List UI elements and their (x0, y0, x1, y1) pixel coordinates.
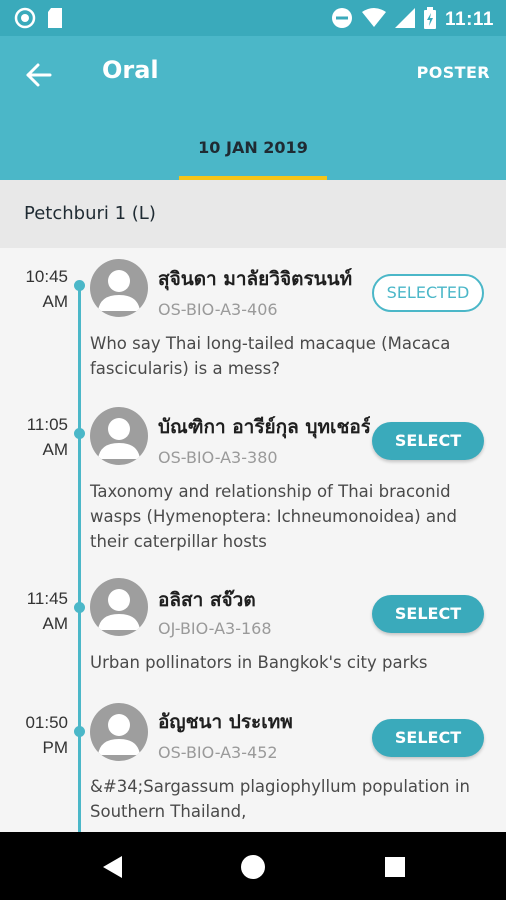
session-time: 11:45 AM (26, 589, 68, 633)
sd-card-icon (46, 7, 64, 33)
room-header: Petchburi 1 (L) (0, 180, 506, 248)
page-title: Oral (102, 56, 159, 84)
tab-date[interactable]: 10 JAN 2019 (0, 138, 506, 157)
avatar (90, 407, 148, 465)
selected-button[interactable]: SELECTED (372, 274, 484, 312)
arrow-back-icon (26, 63, 52, 87)
avatar (90, 259, 148, 317)
circle-notification-icon (14, 7, 36, 33)
speaker-name: อลิสา สจ๊วต (158, 589, 256, 611)
status-time: 11:11 (445, 9, 494, 30)
back-triangle-icon (103, 856, 122, 878)
poster-button[interactable]: POSTER (417, 63, 490, 82)
system-nav-bar (0, 832, 506, 900)
session-code: OJ-BIO-A3-168 (158, 619, 272, 638)
select-button[interactable]: SELECT (372, 719, 484, 757)
avatar (90, 703, 148, 761)
person-icon (98, 714, 140, 755)
battery-charging-icon (424, 7, 436, 33)
avatar (90, 578, 148, 636)
person-icon (98, 589, 140, 630)
date-tab-bar: 10 JAN 2019 (0, 114, 506, 180)
nav-recents-button[interactable] (380, 852, 410, 882)
do-not-disturb-icon (331, 7, 353, 33)
speaker-name: อัญชนา ประเทพ (158, 711, 293, 733)
speaker-name: บัณฑิกา อารีย์กุล บุทเชอร์ (158, 416, 370, 438)
session-abstract: Who say Thai long-tailed macaque (Macaca… (90, 334, 451, 378)
timeline-dot (74, 602, 85, 613)
session-code: OS-BIO-A3-380 (158, 448, 278, 467)
back-button[interactable] (20, 56, 60, 96)
nav-back-button[interactable] (98, 852, 128, 882)
session-time: 10:45 AM (25, 267, 68, 311)
timeline-line (78, 284, 81, 832)
session-time: 01:50 PM (25, 713, 68, 757)
session-code: OS-BIO-A3-406 (158, 300, 278, 319)
person-icon (98, 270, 140, 311)
speaker-name: สุจินดา มาลัยวิจิตรนนท์ (158, 268, 353, 290)
wifi-icon (362, 8, 386, 32)
room-name: Petchburi 1 (L) (24, 203, 156, 224)
session-abstract: Taxonomy and relationship of Thai bracon… (90, 482, 457, 551)
status-bar: 11:11 (0, 0, 506, 36)
session-abstract: Urban pollinators in Bangkok's city park… (90, 653, 428, 672)
timeline-dot (74, 280, 85, 291)
session-list[interactable]: 10:45 AM สุจินดา มาลัยวิจิตรนนท์ OS-BIO-… (0, 248, 506, 832)
session-code: OS-BIO-A3-452 (158, 743, 278, 762)
timeline-dot (74, 726, 85, 737)
nav-home-button[interactable] (238, 852, 268, 882)
session-abstract: &#34;Sargassum plagiophyllum population … (90, 777, 470, 821)
home-circle-icon (241, 855, 265, 879)
select-button[interactable]: SELECT (372, 595, 484, 633)
recents-square-icon (385, 857, 405, 877)
app-bar: Oral POSTER (0, 36, 506, 114)
session-time: 11:05 AM (26, 415, 68, 459)
person-icon (98, 418, 140, 459)
select-button[interactable]: SELECT (372, 422, 484, 460)
timeline-dot (74, 428, 85, 439)
signal-icon (395, 8, 415, 32)
